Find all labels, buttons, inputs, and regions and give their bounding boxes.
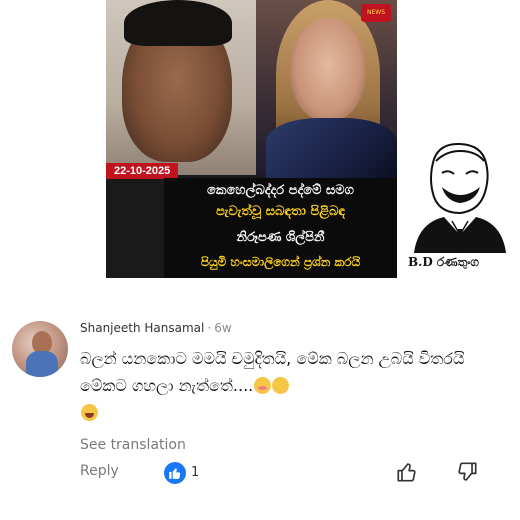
saree	[266, 118, 397, 178]
woman-photo	[256, 0, 397, 178]
rolling-laughing-face-icon	[81, 404, 98, 421]
thumbs-up-outline-icon[interactable]	[396, 461, 418, 483]
comment-time[interactable]: 6w	[214, 321, 231, 335]
headline-line-2: පැවැත්වූ සබඳතා පිළිබඳ	[215, 204, 346, 219]
woman-face	[290, 18, 366, 122]
comment-body: බලන් යනකොට මමයි චමුදිතයි, මේක බලන උබයි ව…	[80, 345, 505, 426]
reply-button[interactable]: Reply	[80, 463, 119, 479]
avatar-body	[26, 351, 58, 377]
headline-line-4: පියුමි හංසමාලිගෙන් ප්‍රශ්න කරයි	[200, 255, 361, 269]
see-translation-link[interactable]: See translation	[80, 437, 186, 453]
author-name[interactable]: Shanjeeth Hansamal	[80, 321, 204, 335]
news-image[interactable]: NEWS 22-10-2025 කෙහෙල්බද්දර පද්මේ සමග පැ…	[106, 0, 397, 278]
yao-ming-meme-face	[414, 142, 506, 253]
thumbs-down-outline-icon[interactable]	[456, 461, 478, 483]
meme-image[interactable]: B.D රණතුංග	[400, 137, 518, 285]
news-logo: NEWS	[361, 4, 391, 22]
headline-line-1: කෙහෙල්බද්දර පද්මේ සමග	[207, 183, 354, 198]
flushed-face-icon	[254, 377, 272, 394]
meme-caption: B.D රණතුංග	[408, 255, 480, 269]
separator-dot: ·	[207, 321, 212, 335]
headline-line-3: නිරූපණ ශිල්පිනී	[236, 230, 325, 245]
hand-over-mouth-face-icon	[272, 377, 290, 394]
avatar[interactable]	[12, 321, 68, 377]
thumbs-up-icon	[169, 468, 181, 479]
comment-header: Shanjeeth Hansamal · 6w	[80, 321, 232, 335]
like-reaction-icon[interactable]	[164, 462, 186, 484]
date-tag: 22-10-2025	[106, 163, 179, 179]
headline-box: කෙහෙල්බද්දර පද්මේ සමග පැවැත්වූ සබඳතා පිළ…	[164, 178, 397, 278]
like-count[interactable]: 1	[191, 465, 199, 480]
man-photo	[106, 0, 256, 175]
man-hair	[124, 0, 232, 46]
